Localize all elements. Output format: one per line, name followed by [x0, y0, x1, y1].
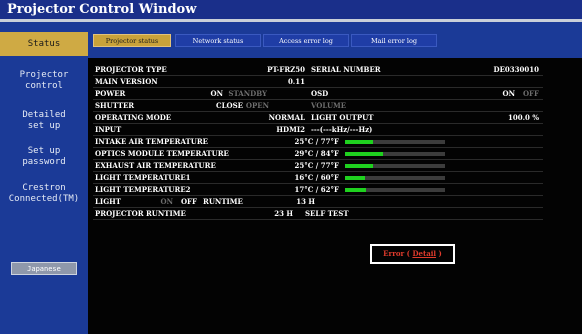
light2-temp-bar-fill [345, 188, 366, 192]
input-value: HDMI2 [276, 125, 305, 134]
light1-temp-bar [345, 176, 445, 180]
tab-network-status[interactable]: Network status [175, 34, 261, 47]
sidebar-item-detailed-setup[interactable]: Detailed set up [0, 110, 88, 134]
osd-on: ON [502, 89, 516, 98]
table-row: LIGHT ON OFF RUNTIME 13 H [93, 196, 543, 208]
table-row: OPERATING MODE NORMAL LIGHT OUTPUT 100.0… [93, 112, 543, 124]
intake-temp-bar-fill [345, 140, 373, 144]
operating-mode-value: NORMAL [268, 113, 305, 122]
sidebar-item-label: Crestron Connected(TM) [8, 183, 80, 204]
light-output-label: LIGHT OUTPUT [311, 113, 374, 122]
optics-temp-label: OPTICS MODULE TEMPERATURE [95, 149, 229, 158]
shutter-label: SHUTTER [95, 101, 135, 110]
sidebar-item-label: Status [27, 39, 61, 49]
light1-temp-value: 16°C / 60°F [294, 173, 339, 182]
optics-temp-bar-fill [345, 152, 383, 156]
light-output-value: 100.0 % [507, 113, 539, 122]
osd-off: OFF [522, 89, 539, 98]
exhaust-temp-label: EXHAUST AIR TEMPERATURE [95, 161, 216, 170]
light-on: ON [160, 197, 174, 206]
input-label: INPUT [95, 125, 122, 134]
table-row: LIGHT TEMPERATURE2 17°C / 62°F [93, 184, 543, 196]
exhaust-temp-bar [345, 164, 445, 168]
runtime-value: 13 H [296, 197, 315, 206]
table-row: POWER ON STANDBY OSD ON OFF [93, 88, 543, 100]
light2-temp-label: LIGHT TEMPERATURE2 [95, 185, 191, 194]
sidebar-item-projector-control[interactable]: Projector control [0, 70, 88, 94]
table-row: MAIN VERSION 0.11 [93, 76, 543, 88]
light2-temp-bar [345, 188, 445, 192]
main-panel: Projector status Network status Access e… [88, 22, 582, 334]
intake-temp-value: 25°C / 77°F [294, 137, 339, 146]
sidebar-item-label: Detailed set up [22, 110, 66, 131]
table-row: OPTICS MODULE TEMPERATURE 29°C / 84°F [93, 148, 543, 160]
tab-bar: Projector status Network status Access e… [88, 22, 582, 58]
serial-number-label: SERIAL NUMBER [311, 65, 381, 74]
self-test-suffix: ) [438, 249, 442, 258]
tab-mail-error-log[interactable]: Mail error log [351, 34, 437, 47]
optics-temp-value: 29°C / 84°F [294, 149, 339, 158]
power-on: ON [210, 89, 224, 98]
input-frequency: ---(---kHz/---Hz) [311, 125, 373, 134]
intake-temp-label: INTAKE AIR TEMPERATURE [95, 137, 208, 146]
light-off: OFF [180, 197, 197, 206]
light1-temp-label: LIGHT TEMPERATURE1 [95, 173, 191, 182]
exhaust-temp-value: 25°C / 77°F [294, 161, 339, 170]
osd-label: OSD [311, 89, 329, 98]
projector-runtime-label: PROJECTOR RUNTIME [95, 209, 186, 218]
table-row: PROJECTOR RUNTIME 23 H SELF TEST [93, 208, 543, 220]
projector-type-label: PROJECTOR TYPE [95, 65, 167, 74]
sidebar-item-status[interactable]: Status [0, 32, 88, 56]
sidebar-item-label: Projector control [19, 70, 69, 91]
power-label: POWER [95, 89, 126, 98]
power-standby: STANDBY [228, 89, 267, 98]
self-test-label: SELF TEST [305, 209, 349, 218]
shutter-close: CLOSE [216, 101, 243, 110]
table-row: SHUTTER CLOSE OPEN VOLUME [93, 100, 543, 112]
table-row: PROJECTOR TYPE PT-FRZ50 SERIAL NUMBER DE… [93, 64, 543, 76]
light2-temp-value: 17°C / 62°F [294, 185, 339, 194]
runtime-label: RUNTIME [203, 197, 243, 206]
shutter-open: OPEN [245, 101, 269, 110]
main-version-label: MAIN VERSION [95, 77, 158, 86]
window-title: Projector Control Window [0, 0, 582, 19]
self-test-result: Error ( Detail ) [370, 244, 455, 264]
projector-type-value: PT-FRZ50 [267, 65, 305, 74]
sidebar-item-crestron[interactable]: Crestron Connected(TM) [0, 183, 88, 207]
self-test-error: Error ( Detail ) [372, 246, 453, 262]
sidebar: Status Projector control Detailed set up… [0, 22, 88, 334]
table-row: INTAKE AIR TEMPERATURE 25°C / 77°F [93, 136, 543, 148]
sidebar-item-setup-password[interactable]: Set up password [0, 146, 88, 170]
exhaust-temp-bar-fill [345, 164, 373, 168]
self-test-prefix: Error ( [383, 249, 410, 258]
serial-number-value: DE0330010 [493, 65, 540, 74]
intake-temp-bar [345, 140, 445, 144]
operating-mode-label: OPERATING MODE [95, 113, 172, 122]
self-test-detail-link[interactable]: Detail [412, 249, 436, 258]
sidebar-item-label: Set up password [22, 146, 66, 167]
light1-temp-bar-fill [345, 176, 365, 180]
projector-runtime-value: 23 H [274, 209, 293, 218]
main-version-value: 0.11 [287, 77, 305, 86]
light-label: LIGHT [95, 197, 121, 206]
table-row: INPUT HDMI2 ---(---kHz/---Hz) [93, 124, 543, 136]
optics-temp-bar [345, 152, 445, 156]
volume-label: VOLUME [311, 101, 347, 110]
table-row: LIGHT TEMPERATURE1 16°C / 60°F [93, 172, 543, 184]
language-button[interactable]: Japanese [11, 262, 77, 275]
tab-projector-status[interactable]: Projector status [93, 34, 171, 47]
table-row: EXHAUST AIR TEMPERATURE 25°C / 77°F [93, 160, 543, 172]
tab-access-error-log[interactable]: Access error log [263, 34, 349, 47]
